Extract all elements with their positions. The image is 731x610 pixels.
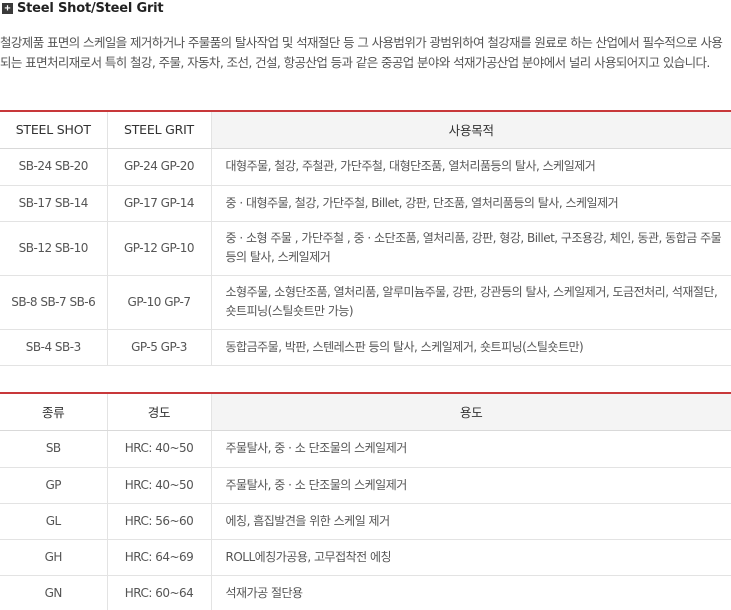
table-row: SB-4 SB-3 GP-5 GP-3 동합금주물, 박판, 스텐레스판 등의 … — [0, 329, 731, 366]
column-header-type: 종류 — [0, 392, 108, 431]
section-title: Steel Shot/Steel Grit — [17, 0, 164, 16]
table-row: SB-17 SB-14 GP-17 GP-14 중 · 대형주물, 철강, 가단… — [0, 185, 731, 222]
plus-icon: + — [2, 2, 13, 14]
usage-cell: 석재가공 절단용 — [211, 575, 731, 610]
hardness-cell: HRC: 56~60 — [107, 503, 212, 540]
intro-paragraph: 철강제품 표면의 스케일을 제거하거나 주물품의 탈사작업 및 석재절단 등 그… — [0, 35, 723, 70]
type-cell: SB — [0, 430, 108, 468]
table-row: GL HRC: 56~60 에칭, 흠집발견을 위한 스케일 제거 — [0, 503, 731, 540]
usage-cell: 에칭, 흠집발견을 위한 스케일 제거 — [211, 503, 731, 540]
table-header-row: 종류 경도 용도 — [0, 392, 731, 431]
shot-size-cell: SB-12 SB-10 — [0, 221, 108, 276]
table-row: SB-24 SB-20 GP-24 GP-20 대형주물, 철강, 주철관, 가… — [0, 148, 731, 186]
grit-size-cell: GP-10 GP-7 — [107, 275, 212, 330]
purpose-cell: 소형주물, 소형단조품, 열처리품, 알루미늄주물, 강판, 강관등의 탈사, … — [211, 275, 731, 330]
table-header-row: STEEL SHOT STEEL GRIT 사용목적 — [0, 110, 731, 149]
type-cell: GP — [0, 467, 108, 504]
hardness-cell: HRC: 40~50 — [107, 430, 212, 468]
column-header-hardness: 경도 — [107, 392, 212, 431]
purpose-cell: 중 · 소형 주물 , 가단주철 , 중 · 소단조품, 열처리품, 강판, 형… — [211, 221, 731, 276]
hardness-cell: HRC: 60~64 — [107, 575, 212, 610]
shot-size-cell: SB-4 SB-3 — [0, 329, 108, 366]
table-row: GN HRC: 60~64 석재가공 절단용 — [0, 575, 731, 610]
shot-size-cell: SB-24 SB-20 — [0, 148, 108, 186]
column-header-purpose: 사용목적 — [211, 110, 731, 149]
hardness-usage-table: 종류 경도 용도 SB HRC: 40~50 주물탈사, 중 · 소 단조물의 … — [0, 392, 731, 610]
table-row: GH HRC: 64~69 ROLL에칭가공용, 고무접착전 에칭 — [0, 539, 731, 576]
purpose-cell: 중 · 대형주물, 철강, 가단주철, Billet, 강판, 단조품, 열처리… — [211, 185, 731, 222]
column-header-usage: 용도 — [211, 392, 731, 431]
hardness-cell: HRC: 64~69 — [107, 539, 212, 576]
purpose-cell: 대형주물, 철강, 주철관, 가단주철, 대형단조품, 열처리품등의 탈사, 스… — [211, 148, 731, 186]
shot-size-cell: SB-17 SB-14 — [0, 185, 108, 222]
grit-size-cell: GP-5 GP-3 — [107, 329, 212, 366]
grit-size-cell: GP-12 GP-10 — [107, 221, 212, 276]
table-row: SB-12 SB-10 GP-12 GP-10 중 · 소형 주물 , 가단주철… — [0, 221, 731, 276]
column-header-steel-shot: STEEL SHOT — [0, 110, 108, 149]
usage-cell: 주물탈사, 중 · 소 단조물의 스케일제거 — [211, 430, 731, 468]
type-cell: GN — [0, 575, 108, 610]
column-header-steel-grit: STEEL GRIT — [107, 110, 212, 149]
table-row: GP HRC: 40~50 주물탈사, 중 · 소 단조물의 스케일제거 — [0, 467, 731, 504]
grit-size-cell: GP-17 GP-14 — [107, 185, 212, 222]
usage-cell: 주물탈사, 중 · 소 단조물의 스케일제거 — [211, 467, 731, 504]
type-cell: GL — [0, 503, 108, 540]
type-cell: GH — [0, 539, 108, 576]
steel-shot-grit-table: STEEL SHOT STEEL GRIT 사용목적 SB-24 SB-20 G… — [0, 110, 731, 366]
table-row: SB HRC: 40~50 주물탈사, 중 · 소 단조물의 스케일제거 — [0, 430, 731, 468]
table-row: SB-8 SB-7 SB-6 GP-10 GP-7 소형주물, 소형단조품, 열… — [0, 275, 731, 330]
usage-cell: ROLL에칭가공용, 고무접착전 에칭 — [211, 539, 731, 576]
grit-size-cell: GP-24 GP-20 — [107, 148, 212, 186]
hardness-cell: HRC: 40~50 — [107, 467, 212, 504]
purpose-cell: 동합금주물, 박판, 스텐레스판 등의 탈사, 스케일제거, 숏트피닝(스틸숏트… — [211, 329, 731, 366]
section-title-row: + Steel Shot/Steel Grit — [0, 0, 164, 16]
shot-size-cell: SB-8 SB-7 SB-6 — [0, 275, 108, 330]
